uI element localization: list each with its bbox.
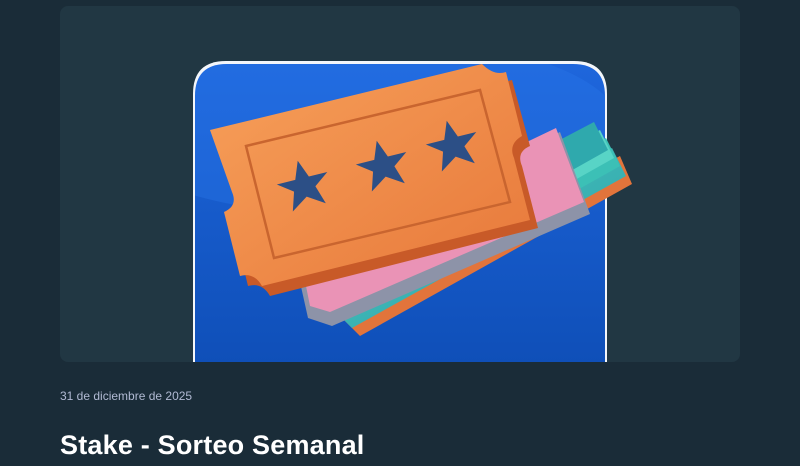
hero-image-card[interactable] — [60, 6, 740, 362]
post-title[interactable]: Stake - Sorteo Semanal — [60, 430, 365, 461]
blog-post-page: 31 de diciembre de 2025 Stake - Sorteo S… — [0, 0, 800, 466]
raffle-tickets-icon — [193, 61, 632, 362]
post-date: 31 de diciembre de 2025 — [60, 389, 193, 403]
